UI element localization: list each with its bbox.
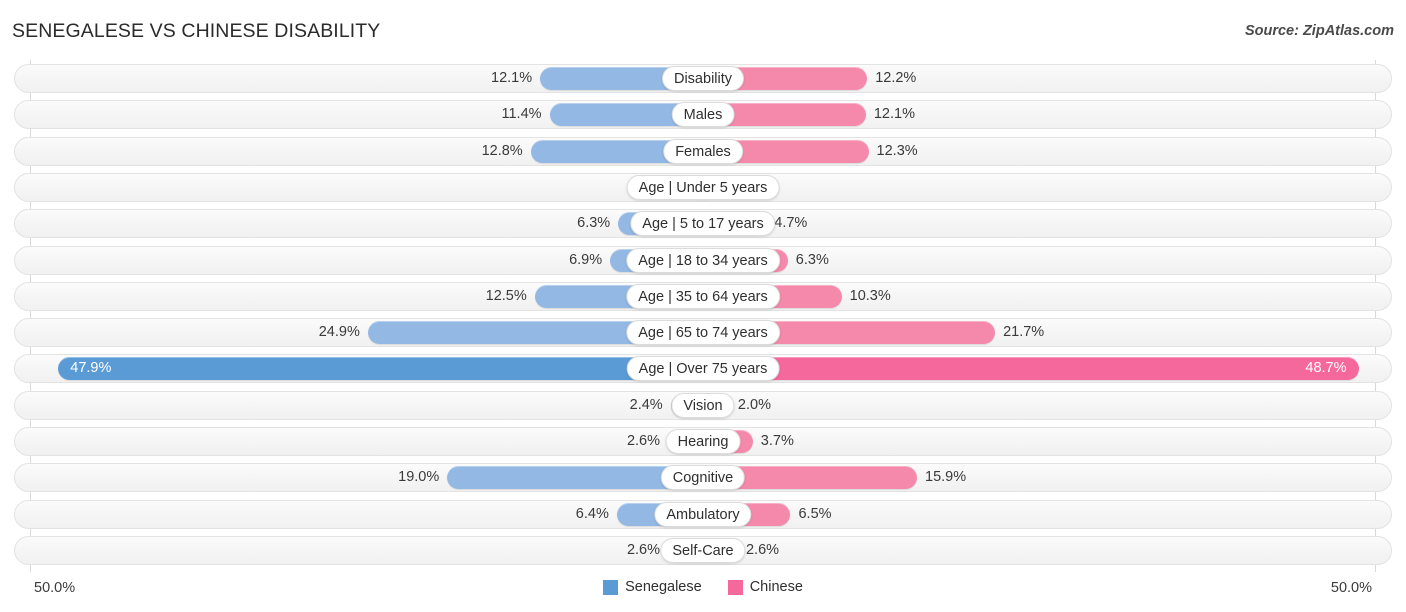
row-category-label: Age | 35 to 64 years [626, 283, 780, 309]
legend-swatch-icon [603, 579, 619, 595]
value-label-chinese: 12.2% [875, 70, 917, 86]
row-category-label: Age | 5 to 17 years [630, 211, 776, 237]
row-category-label: Males [671, 102, 735, 128]
value-label-senegalese: 6.3% [577, 215, 611, 232]
value-label-chinese: 6.3% [795, 251, 829, 268]
axis-tick-right: 50.0% [1330, 580, 1372, 596]
chart-row: 2.4% 2.0% Vision [14, 390, 1392, 420]
value-label-chinese: 21.7% [1003, 324, 1045, 341]
chart-header: SENEGALESE VS CHINESE DISABILITY Source:… [0, 0, 1406, 60]
axis-tick-left: 50.0% [34, 580, 76, 596]
legend-label: Chinese [749, 579, 803, 595]
legend-item[interactable]: Senegalese [603, 579, 702, 595]
row-category-label: Disability [661, 66, 745, 91]
source-attribution: Source: ZipAtlas.com [1244, 23, 1394, 39]
chart-row: 12.5% 10.3% Age | 35 to 64 years [14, 281, 1392, 311]
chart-legend: Senegalese Chinese [0, 579, 1406, 595]
value-label-chinese: 15.9% [925, 469, 967, 486]
value-label-chinese: 3.7% [760, 433, 794, 449]
diverging-bar-chart: 12.1% 12.2% Disability 11.4% 12.1% Males 12.8%… [0, 60, 1406, 572]
chart-row: 2.6% 2.6% Self-Care [14, 535, 1392, 565]
page-title: SENEGALESE VS CHINESE DISABILITY [12, 20, 381, 42]
chart-row: 1.2%1.1%Age | Under 5 years [14, 172, 1392, 202]
value-label-senegalese: 11.4% [501, 106, 542, 123]
legend-swatch-icon [727, 579, 743, 595]
row-category-label: Age | 65 to 74 years [626, 320, 780, 346]
value-label-chinese: 2.6% [745, 541, 780, 558]
chart-row: 11.4% 12.1% Males [14, 100, 1392, 130]
row-category-label: Cognitive [660, 465, 746, 491]
legend-label: Senegalese [625, 579, 702, 595]
value-label-senegalese: 47.9% [70, 360, 112, 377]
chart-footer: 50.0% 50.0% Senegalese Chinese [0, 572, 1406, 612]
value-label-chinese: 12.1% [873, 106, 915, 123]
value-label-senegalese: 2.6% [626, 541, 660, 558]
row-category-label: Females [663, 138, 743, 164]
value-label-senegalese: 2.4% [629, 396, 663, 413]
value-label-chinese: 10.3% [849, 287, 891, 304]
chart-row: 19.0% 15.9% Cognitive [14, 463, 1392, 493]
chart-row: 24.9% 21.7% Age | 65 to 74 years [14, 318, 1392, 348]
chart-row: 47.9% 48.7% Age | Over 75 years [14, 354, 1392, 384]
chart-row: 6.4% 6.5% Ambulatory [14, 499, 1392, 529]
value-label-chinese: 12.3% [876, 142, 918, 159]
value-label-chinese: 6.5% [798, 505, 832, 522]
value-label-chinese: 4.7% [774, 215, 808, 232]
value-label-senegalese: 6.4% [575, 505, 609, 522]
value-label-senegalese: 24.9% [318, 324, 360, 341]
row-category-label: Hearing [665, 429, 741, 454]
value-label-chinese: 2.0% [737, 396, 771, 413]
value-label-senegalese: 12.5% [485, 287, 527, 304]
chart-row: 6.9% 6.3% Age | 18 to 34 years [14, 245, 1392, 275]
legend-item[interactable]: Chinese [727, 579, 803, 595]
row-category-label: Age | 18 to 34 years [626, 247, 780, 273]
row-category-label: Vision [671, 392, 735, 418]
chart-row: 6.3% 4.7% Age | 5 to 17 years [14, 209, 1392, 239]
row-category-label: Age | Under 5 years [626, 174, 780, 200]
value-label-senegalese: 12.8% [481, 142, 523, 159]
value-label-senegalese: 19.0% [398, 469, 440, 486]
row-category-label: Age | Over 75 years [626, 356, 780, 382]
value-label-senegalese: 2.6% [626, 433, 660, 449]
chart-row: 12.1% 12.2% Disability [14, 64, 1392, 93]
value-label-senegalese: 6.9% [569, 251, 603, 268]
chart-row: 2.6% 3.7% Hearing [14, 427, 1392, 456]
value-label-senegalese: 12.1% [491, 70, 533, 86]
chart-row: 12.8% 12.3% Females [14, 136, 1392, 166]
row-category-label: Self-Care [660, 537, 746, 563]
value-label-chinese: 48.7% [1305, 360, 1347, 377]
row-category-label: Ambulatory [654, 501, 752, 527]
